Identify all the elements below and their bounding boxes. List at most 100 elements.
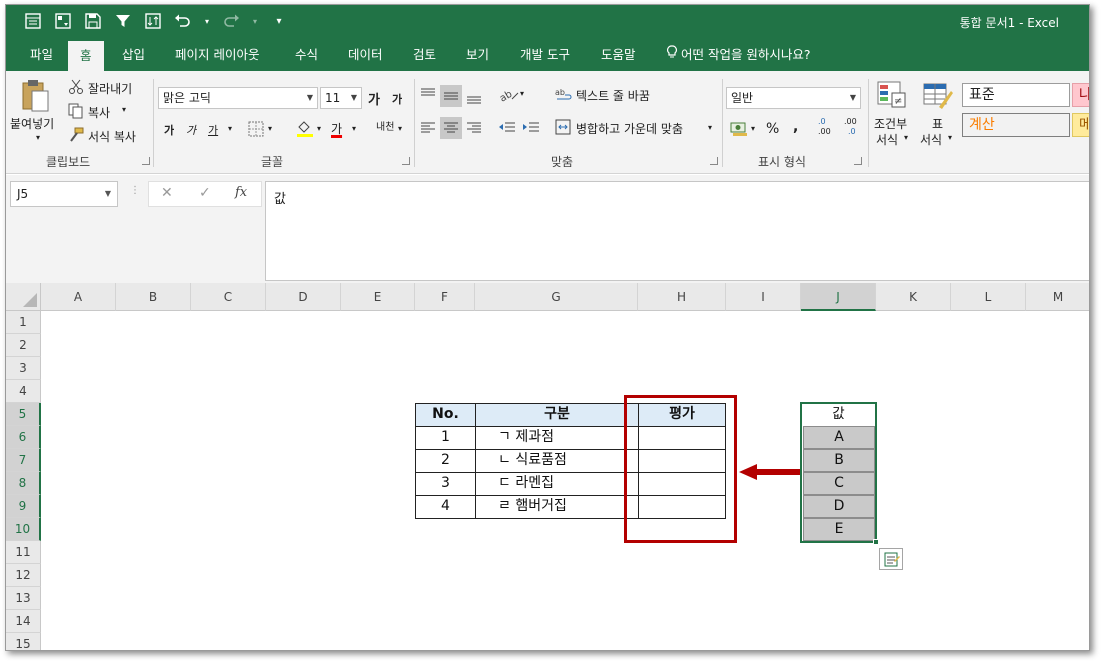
merge-dropdown-icon[interactable]: ▾ xyxy=(708,123,712,132)
row-header-9[interactable]: 9 xyxy=(6,495,41,518)
column-header-a[interactable]: A xyxy=(41,283,116,311)
copy-button[interactable]: 복사 xyxy=(88,104,110,121)
column-header-k[interactable]: K xyxy=(876,283,951,311)
column-header-i[interactable]: I xyxy=(726,283,801,311)
tab-formulas[interactable]: 수식 xyxy=(291,39,322,71)
customize-icon[interactable]: ▾ xyxy=(270,12,288,30)
table-cell-category[interactable]: ㄹ 햄버거집 xyxy=(475,495,639,519)
pivot-icon[interactable] xyxy=(54,12,72,30)
row-header-1[interactable]: 1 xyxy=(6,311,41,334)
align-left-icon[interactable] xyxy=(420,121,436,138)
column-header-c[interactable]: C xyxy=(191,283,266,311)
cancel-icon[interactable]: ✕ xyxy=(161,185,173,201)
conditional-dropdown-icon[interactable]: ▾ xyxy=(904,133,908,142)
tab-home[interactable]: 홈 xyxy=(68,41,104,73)
row-header-5[interactable]: 5 xyxy=(6,403,41,426)
increase-decimal-button[interactable]: .0 .00 xyxy=(818,117,840,139)
column-header-m[interactable]: M xyxy=(1026,283,1089,311)
comma-button[interactable]: , xyxy=(793,119,798,135)
font-name-select[interactable]: 맑은 고딕 ▼ xyxy=(158,87,318,109)
cut-button[interactable]: 잘라내기 xyxy=(88,80,132,97)
table-header-no[interactable]: No. xyxy=(415,403,476,427)
table-dropdown-icon[interactable]: ▾ xyxy=(948,133,952,142)
save-icon[interactable] xyxy=(84,12,102,30)
paste-icon[interactable] xyxy=(20,77,52,118)
shrink-font-button[interactable]: 가 xyxy=(392,91,402,107)
form-icon[interactable] xyxy=(24,12,42,30)
format-as-table-button[interactable]: 표 xyxy=(932,115,943,132)
column-header-b[interactable]: B xyxy=(116,283,191,311)
tab-page-layout[interactable]: 페이지 레이아웃 xyxy=(171,39,263,71)
row-header-8[interactable]: 8 xyxy=(6,472,41,495)
font-color-button[interactable]: 가 xyxy=(331,120,342,137)
row-header-13[interactable]: 13 xyxy=(6,587,41,610)
row-header-12[interactable]: 12 xyxy=(6,564,41,587)
column-header-g[interactable]: G xyxy=(475,283,638,311)
table-cell-category[interactable]: ㄷ 라멘집 xyxy=(475,472,639,496)
border-icon[interactable] xyxy=(248,121,264,140)
formula-input[interactable]: 값 xyxy=(265,181,1089,281)
filter-icon[interactable] xyxy=(114,12,132,30)
paste-button[interactable]: 붙여넣기 xyxy=(10,115,54,132)
fill-dropdown-icon[interactable]: ▾ xyxy=(317,124,321,133)
align-right-icon[interactable] xyxy=(466,121,482,138)
font-launcher-icon[interactable] xyxy=(402,157,410,165)
wrap-text-button[interactable]: 텍스트 줄 바꿈 xyxy=(576,87,650,104)
select-all-button[interactable] xyxy=(6,283,41,311)
column-header-e[interactable]: E xyxy=(341,283,415,311)
undo-dropdown-icon[interactable]: ▾ xyxy=(204,12,210,30)
column-header-h[interactable]: H xyxy=(638,283,726,311)
tab-data[interactable]: 데이터 xyxy=(344,39,387,71)
row-header-3[interactable]: 3 xyxy=(6,357,41,380)
phonetic-button[interactable]: 내천 xyxy=(376,118,394,133)
format-painter-button[interactable]: 서식 복사 xyxy=(88,128,136,145)
insert-function-icon[interactable]: fx xyxy=(235,185,247,200)
phonetic-dropdown-icon[interactable]: ▾ xyxy=(398,124,402,133)
table-cell-no[interactable]: 2 xyxy=(415,449,476,473)
column-header-d[interactable]: D xyxy=(266,283,341,311)
border-dropdown-icon[interactable]: ▾ xyxy=(268,124,272,133)
row-header-2[interactable]: 2 xyxy=(6,334,41,357)
column-header-f[interactable]: F xyxy=(415,283,475,311)
style-calculation[interactable]: 계산 xyxy=(962,113,1070,137)
row-header-4[interactable]: 4 xyxy=(6,380,41,403)
style-neutral[interactable]: 메 xyxy=(1072,113,1089,137)
align-middle-icon[interactable] xyxy=(443,89,459,106)
grow-font-button[interactable]: 가 xyxy=(368,89,380,108)
tell-me-search[interactable]: 어떤 작업을 원하시나요? xyxy=(663,39,815,71)
accounting-format-icon[interactable] xyxy=(730,121,748,140)
bold-button[interactable]: 가 xyxy=(164,122,174,138)
redo-dropdown-icon[interactable]: ▾ xyxy=(252,12,258,30)
redo-icon[interactable] xyxy=(222,12,240,30)
table-cell-no[interactable]: 4 xyxy=(415,495,476,519)
style-bad[interactable]: 나 xyxy=(1072,83,1089,107)
fill-color-icon[interactable] xyxy=(296,119,314,140)
style-normal[interactable]: 표준 xyxy=(962,83,1070,107)
table-cell-no[interactable]: 1 xyxy=(415,426,476,450)
tab-developer[interactable]: 개발 도구 xyxy=(516,39,574,71)
sort-icon[interactable] xyxy=(144,12,162,30)
orientation-icon[interactable]: ab xyxy=(498,85,520,106)
row-header-6[interactable]: 6 xyxy=(6,426,41,449)
tab-file[interactable]: 파일 xyxy=(26,39,57,71)
table-header-category[interactable]: 구분 xyxy=(475,403,639,427)
align-center-icon[interactable] xyxy=(443,121,459,138)
italic-button[interactable]: 가 xyxy=(186,122,196,138)
tab-view[interactable]: 보기 xyxy=(462,39,493,71)
row-header-10[interactable]: 10 xyxy=(6,518,41,541)
enter-icon[interactable]: ✓ xyxy=(199,185,211,201)
fill-handle[interactable] xyxy=(873,539,879,545)
undo-icon[interactable] xyxy=(174,12,192,30)
drag-handle-icon[interactable]: ⋮ xyxy=(130,185,140,196)
decrease-indent-icon[interactable] xyxy=(498,121,516,138)
merge-center-button[interactable]: 병합하고 가운데 맞춤 xyxy=(576,120,683,137)
name-box[interactable]: J5 ▼ xyxy=(10,181,118,207)
tab-help[interactable]: 도움말 xyxy=(597,39,640,71)
format-as-table-button-line2[interactable]: 서식 xyxy=(920,131,942,148)
decrease-decimal-button[interactable]: .00 .0 xyxy=(844,117,866,139)
row-header-15[interactable]: 15 xyxy=(6,633,41,650)
font-size-select[interactable]: 11 ▼ xyxy=(320,87,362,109)
number-launcher-icon[interactable] xyxy=(854,157,862,165)
percent-button[interactable]: % xyxy=(766,121,779,137)
row-header-11[interactable]: 11 xyxy=(6,541,41,564)
